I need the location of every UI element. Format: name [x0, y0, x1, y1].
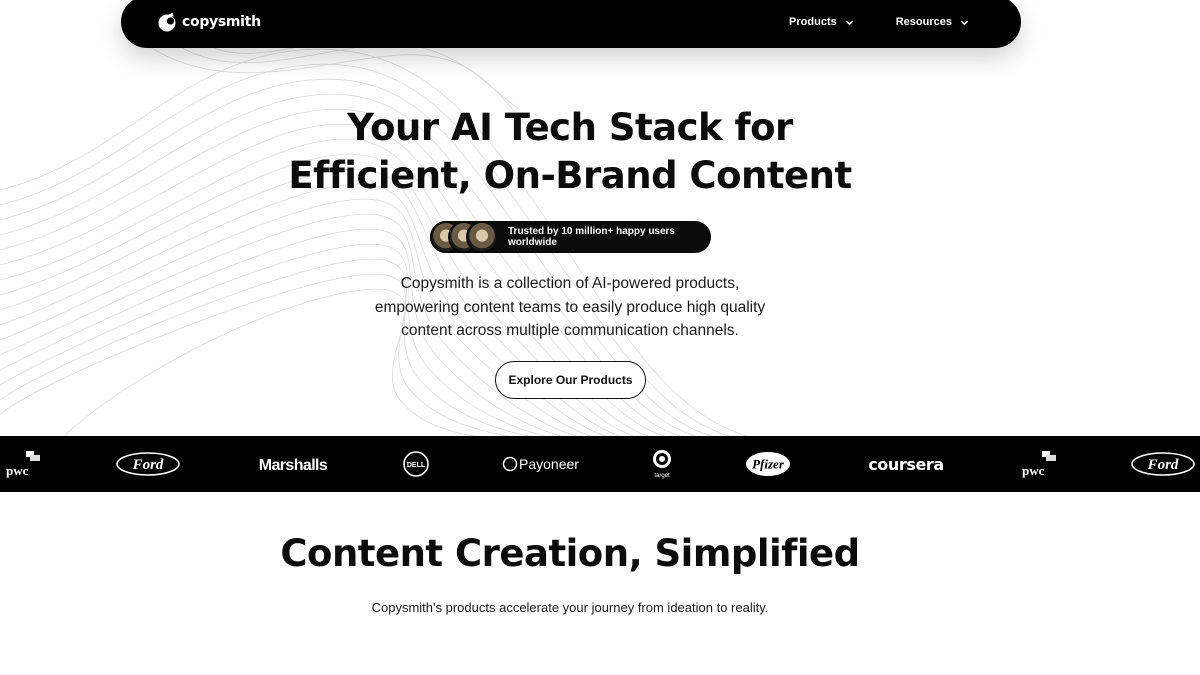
hero-title-line: Your AI Tech Stack for — [347, 106, 793, 149]
nav-item-products[interactable]: Products — [789, 16, 854, 28]
brand-logo-payoneer: Payoneer — [502, 436, 582, 492]
chevron-down-icon — [845, 20, 853, 25]
brand-logo-text: coursera — [868, 455, 944, 474]
brand-logo-target: target — [650, 436, 674, 492]
hero-description-line: empowering content teams to easily produ… — [374, 298, 766, 316]
top-navbar: copysmith Products Resources — [121, 0, 1021, 48]
brand-logo-marshalls: Marshalls — [255, 436, 331, 492]
copysmith-logo[interactable]: copysmith — [157, 12, 261, 32]
section-title: Content Creation, Simplified — [280, 532, 860, 575]
brand-logo-ford: Ford — [115, 436, 181, 492]
brand-logo-text: DELL — [407, 462, 426, 469]
logo-text: copysmith — [182, 14, 261, 30]
brand-logo-coursera: coursera — [862, 436, 950, 492]
chevron-down-icon — [960, 20, 969, 25]
user-avatars — [430, 221, 498, 253]
brand-logo-text: Marshalls — [259, 457, 328, 474]
brand-logo-text: pwc — [1022, 463, 1045, 478]
section-subtitle: Copysmith's products accelerate your jou… — [371, 600, 769, 615]
brand-logo-ford: Ford — [1130, 436, 1196, 492]
nav-item-label: Resources — [895, 16, 952, 28]
brand-logo-text: Ford — [1147, 457, 1179, 473]
brand-logo-text: target — [654, 473, 670, 479]
brand-logo-text: Pfizer — [752, 457, 785, 472]
hero-description-line: Copysmith is a collection of AI-powered … — [400, 275, 740, 292]
hero-title-line: Efficient, On-Brand Content — [288, 154, 852, 197]
brand-logo-dell: DELL — [402, 436, 430, 492]
avatar — [466, 221, 498, 253]
nav-item-resources[interactable]: Resources — [896, 16, 969, 28]
hero-title: Your AI Tech Stack for Efficient, On-Bra… — [0, 104, 1140, 200]
trust-badge: Trusted by 10 million+ happy users world… — [430, 221, 711, 253]
brand-logo-text: Ford — [132, 457, 164, 473]
brand-logo-text: Payoneer — [519, 456, 579, 472]
hero-description-line: content across multiple communication ch… — [401, 322, 739, 339]
brand-logo-pfizer: Pfizer — [745, 436, 791, 492]
brand-logo-pwc: pwc — [1020, 436, 1060, 492]
hero-description: Copysmith is a collection of AI-powered … — [340, 272, 800, 343]
trust-text: Trusted by 10 million+ happy users world… — [508, 226, 675, 248]
nav-menu: Products Resources — [789, 16, 969, 28]
customer-logo-strip: pwc Ford Marshalls DELL Payoneer target — [0, 436, 1200, 492]
brand-logo-text: pwc — [6, 463, 29, 478]
copysmith-logo-icon — [158, 12, 176, 32]
nav-item-label: Products — [789, 16, 837, 28]
explore-products-button[interactable]: Explore Our Products — [495, 361, 646, 399]
brand-logo-pwc: pwc — [4, 436, 44, 492]
